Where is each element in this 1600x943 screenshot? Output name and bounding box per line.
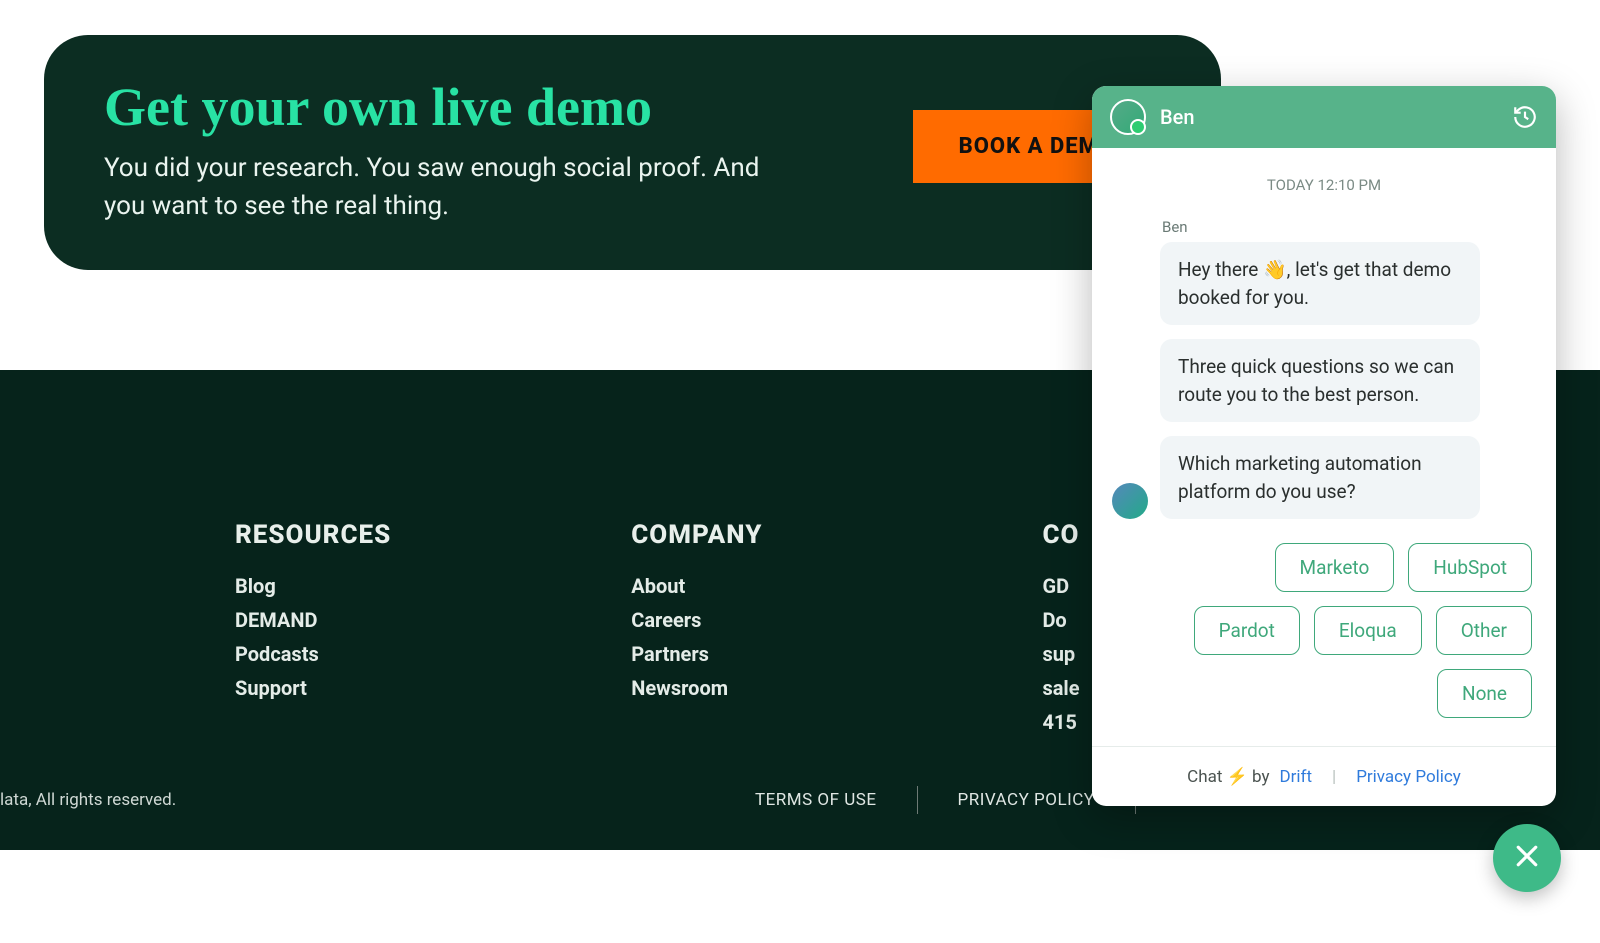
agent-avatar-icon	[1110, 99, 1146, 135]
footer-col-resources: RESOURCES Blog DEMAND Podcasts Support	[235, 520, 391, 744]
footer-col-company: COMPANY About Careers Partners Newsroom	[631, 520, 762, 744]
chat-close-button[interactable]	[1493, 824, 1561, 892]
legal-copyright: lata, All rights reserved.	[0, 790, 176, 810]
legal-rest: All rights reserved.	[36, 790, 176, 810]
chat-footer-brand-link[interactable]: Drift	[1280, 767, 1313, 787]
footer-link[interactable]: Do	[1042, 608, 1079, 632]
chat-footer: Chat ⚡ by Drift | Privacy Policy	[1092, 746, 1556, 806]
chat-message-row: Which marketing automation platform do y…	[1112, 436, 1536, 519]
legal-link-terms[interactable]: TERMS OF USE	[755, 790, 877, 810]
footer-col-title: COMPANY	[631, 520, 762, 550]
footer-link[interactable]: Partners	[631, 642, 762, 666]
chat-footer-prefix: Chat ⚡ by	[1187, 767, 1269, 787]
choice-button-pardot[interactable]: Pardot	[1194, 606, 1300, 655]
chat-sender-label: Ben	[1162, 218, 1536, 236]
divider-icon	[917, 786, 918, 814]
cta-subtitle: You did your research. You saw enough so…	[104, 150, 804, 225]
close-icon	[1512, 841, 1542, 875]
cta-title: Get your own live demo	[104, 79, 804, 136]
chat-header: Ben	[1092, 86, 1556, 148]
footer-link[interactable]: Podcasts	[235, 642, 391, 666]
footer-link[interactable]: 415	[1042, 710, 1079, 734]
footer-link[interactable]: About	[631, 574, 762, 598]
chat-timestamp: TODAY 12:10 PM	[1112, 176, 1536, 194]
legal-prefix: lata,	[0, 790, 36, 810]
choice-button-eloqua[interactable]: Eloqua	[1314, 606, 1422, 655]
cta-text-block: Get your own live demo You did your rese…	[104, 79, 804, 225]
chat-message-row: Three quick questions so we can route yo…	[1112, 339, 1536, 422]
chat-bubble: Three quick questions so we can route yo…	[1160, 339, 1480, 422]
footer-link[interactable]: Newsroom	[631, 676, 762, 700]
agent-name: Ben	[1160, 105, 1512, 129]
cta-card: Get your own live demo You did your rese…	[44, 35, 1221, 270]
choice-button-marketo[interactable]: Marketo	[1275, 543, 1395, 592]
choice-button-other[interactable]: Other	[1436, 606, 1532, 655]
legal-link-privacy[interactable]: PRIVACY POLICY	[958, 790, 1095, 810]
history-icon[interactable]	[1512, 104, 1538, 130]
chat-body: TODAY 12:10 PM Ben Hey there 👋, let's ge…	[1092, 148, 1556, 746]
chat-footer-privacy-link[interactable]: Privacy Policy	[1356, 767, 1461, 787]
footer-link[interactable]: Careers	[631, 608, 762, 632]
separator-icon: |	[1332, 767, 1336, 787]
chat-bubble: Hey there 👋, let's get that demo booked …	[1160, 242, 1480, 325]
choice-button-hubspot[interactable]: HubSpot	[1408, 543, 1532, 592]
chat-widget: Ben TODAY 12:10 PM Ben Hey there 👋, let'…	[1092, 86, 1556, 806]
footer-link[interactable]: Support	[235, 676, 391, 700]
footer-columns: RESOURCES Blog DEMAND Podcasts Support C…	[235, 520, 1080, 744]
footer-col-contact: CO GD Do sup sale 415	[1042, 520, 1079, 744]
choice-button-none[interactable]: None	[1437, 669, 1532, 718]
chat-choice-buttons: Marketo HubSpot Pardot Eloqua Other None	[1112, 533, 1536, 728]
footer-link[interactable]: GD	[1042, 574, 1079, 598]
footer-link[interactable]: DEMAND	[235, 608, 391, 632]
footer-link[interactable]: Blog	[235, 574, 391, 598]
footer-col-title: RESOURCES	[235, 520, 391, 550]
chat-message-row: Hey there 👋, let's get that demo booked …	[1112, 242, 1536, 325]
footer-col-title: CO	[1042, 520, 1079, 550]
chat-bubble: Which marketing automation platform do y…	[1160, 436, 1480, 519]
footer-link[interactable]: sale	[1042, 676, 1079, 700]
footer-link[interactable]: sup	[1042, 642, 1079, 666]
agent-avatar-icon	[1112, 483, 1148, 519]
